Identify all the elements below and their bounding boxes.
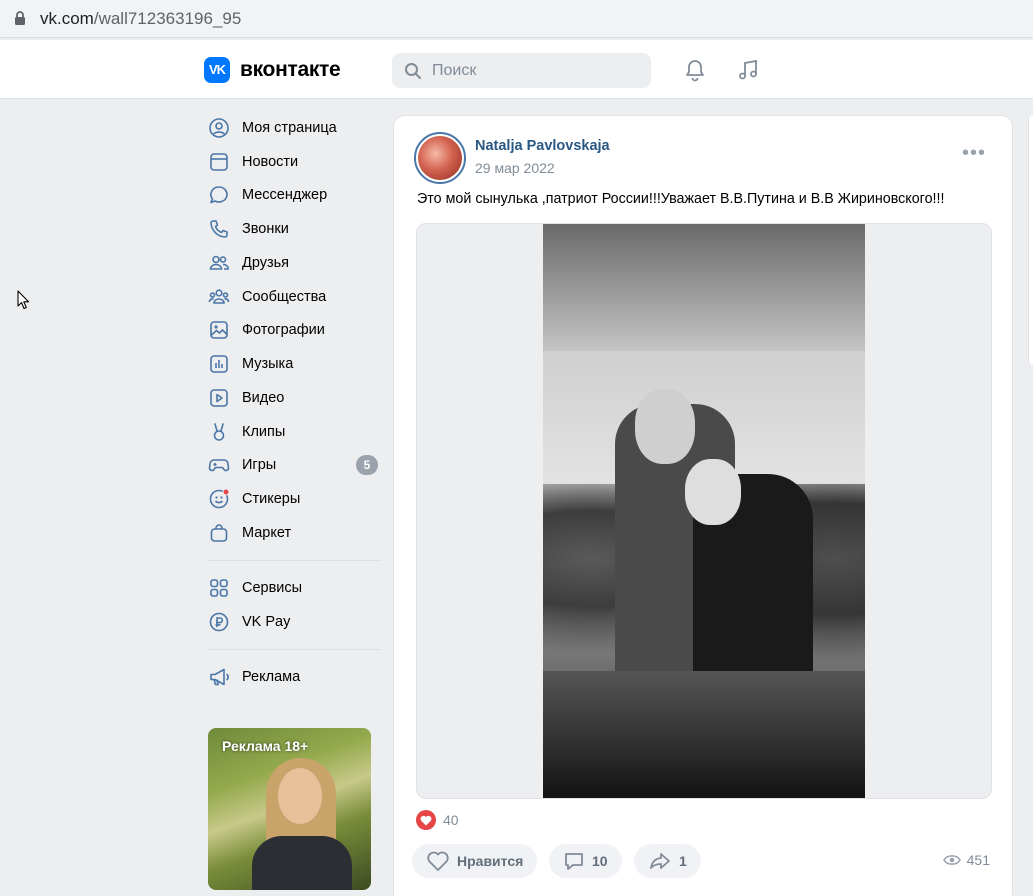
share-button[interactable]: 1 [634,844,701,878]
sidebar-item-market[interactable]: Маркет [204,518,382,548]
url-domain: vk.com [40,9,94,28]
photos-icon [208,319,230,341]
market-icon [208,522,230,544]
sidebar-item-label: Мессенджер [242,187,328,203]
reactions-summary[interactable]: 40 [416,810,459,830]
profile-icon [208,117,230,139]
post-photo[interactable] [543,224,865,798]
ad-image-part [278,768,322,824]
sidebar-ad-banner[interactable]: Реклама 18+ [208,728,371,890]
sidebar-item-vk-pay[interactable]: VK Pay [204,607,382,637]
sidebar-item-label: Стикеры [242,491,301,507]
sidebar-item-messenger[interactable]: Мессенджер [204,180,382,210]
sidebar-item-stickers[interactable]: Стикеры [204,484,382,514]
sidebar-item-label: Клипы [242,424,286,440]
comments-count: 10 [592,853,608,869]
sidebar-item-ads[interactable]: Реклама [204,662,382,692]
post-date[interactable]: 29 мар 2022 [475,160,555,176]
eye-icon [942,855,961,865]
post-text: Это мой сынулька ,патриот России!!!Уважа… [417,191,945,207]
ads-icon [208,666,230,688]
games-count-badge: 5 [356,455,378,475]
heart-icon [427,851,449,871]
sidebar-item-label: Игры [242,457,277,473]
sidebar-item-label: Новости [242,154,299,170]
shares-count: 1 [679,853,687,869]
sidebar-item-label: VK Pay [242,614,291,630]
sidebar-item-label: Музыка [242,356,294,372]
lock-icon [15,11,25,25]
sidebar-item-label: Реклама [242,669,301,685]
comment-icon [565,853,583,870]
phone-icon [208,218,230,240]
wall-post: Natalja Pavlovskaja 29 мар 2022 ••• Это … [393,115,1013,896]
messenger-icon [208,184,230,206]
sidebar-item-label: Друзья [242,255,290,271]
site-header: VK вконтакте Поиск [0,40,1033,99]
bell-icon[interactable] [683,58,707,82]
search-input[interactable]: Поиск [392,53,651,88]
more-options-icon[interactable]: ••• [962,143,986,163]
comment-button[interactable]: 10 [549,844,622,878]
sidebar-item-news[interactable]: Новости [204,147,382,177]
right-panel-edge [1028,115,1033,365]
sidebar-divider [208,560,381,561]
music-note-icon[interactable] [736,58,760,82]
ad-label: Реклама 18+ [222,738,309,754]
music-icon [208,353,230,375]
sidebar-item-music[interactable]: Музыка [204,349,382,379]
news-icon [208,151,230,173]
services-icon [208,577,230,599]
vkpay-icon [208,611,230,633]
reactions-count: 40 [443,812,459,828]
search-placeholder: Поиск [432,62,477,79]
sidebar-item-friends[interactable]: Друзья [204,248,382,278]
author-avatar[interactable] [414,132,466,184]
sidebar-item-video[interactable]: Видео [204,383,382,413]
video-icon [208,387,230,409]
sidebar-item-label: Звонки [242,221,289,237]
views-counter: 451 [942,852,990,868]
communities-icon [208,286,230,308]
sidebar-divider [208,649,381,650]
share-icon [650,853,670,869]
like-button-label: Нравится [457,853,524,869]
sidebar-item-my-page[interactable]: Моя страница [204,113,382,143]
post-author-name[interactable]: Natalja Pavlovskaja [475,138,610,154]
sidebar-item-label: Маркет [242,525,292,541]
sidebar-item-label: Сообщества [242,289,327,305]
sidebar-item-label: Фотографии [242,322,325,338]
vk-logo-icon[interactable]: VK [204,57,230,83]
url-path: /wall712363196_95 [93,9,242,28]
search-icon [405,63,421,79]
heart-reaction-icon [416,810,436,830]
sidebar-item-label: Сервисы [242,580,303,596]
clips-icon [208,421,230,443]
browser-address-bar[interactable]: vk.com/wall712363196_95 [0,0,1033,38]
logo-text[interactable]: вконтакте [240,58,341,82]
sidebar-item-calls[interactable]: Звонки [204,214,382,244]
sidebar-item-photos[interactable]: Фотографии [204,315,382,345]
sidebar-item-clips[interactable]: Клипы [204,417,382,447]
sidebar-item-label: Видео [242,390,285,406]
url-text[interactable]: vk.com/wall712363196_95 [40,9,241,29]
stickers-icon [208,488,230,510]
friends-icon [208,252,230,274]
mouse-cursor-icon [17,290,30,310]
games-icon [208,454,230,476]
sidebar-item-label: Моя страница [242,120,337,136]
sidebar-item-games[interactable]: Игры 5 [204,450,382,480]
like-button[interactable]: Нравится [412,844,538,878]
sidebar-item-services[interactable]: Сервисы [204,573,382,603]
ad-image-part [252,836,352,890]
sidebar-item-communities[interactable]: Сообщества [204,282,382,312]
post-photo-frame[interactable] [416,223,992,799]
views-count: 451 [966,852,990,868]
